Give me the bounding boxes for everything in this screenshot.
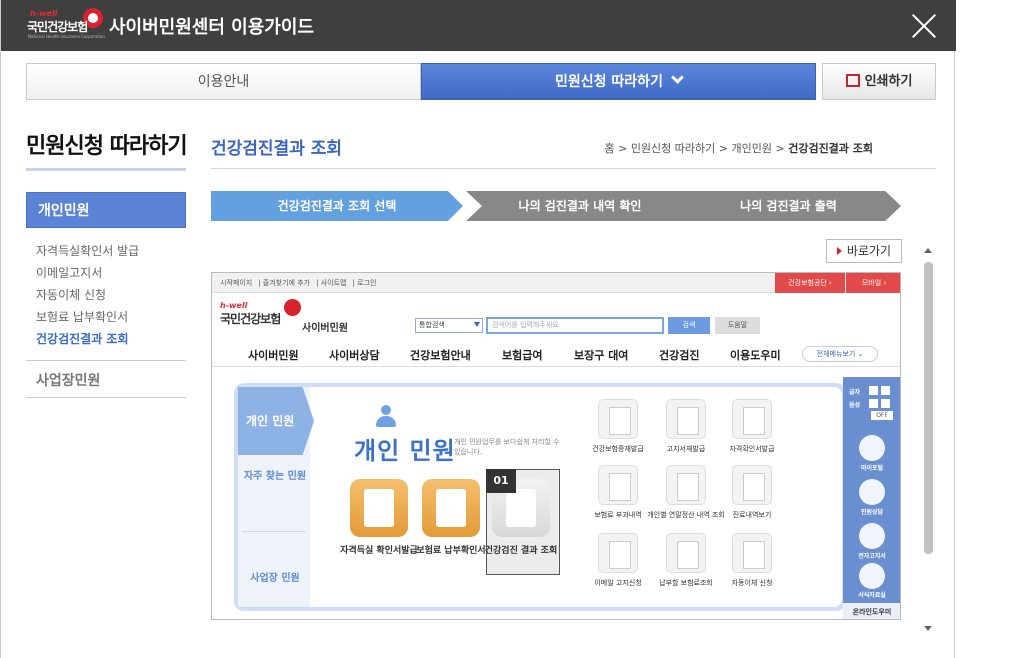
top-link: 사이트맵 (320, 279, 347, 287)
example-screenshot: 시작페이지 | 즐겨찾기에 추가 | 사이트맵 | 로그인 건강보험공단 › 모바일 … (211, 272, 901, 620)
sidebar-item-business[interactable]: 사업장민원 (36, 370, 100, 390)
panel-title: 개인 민원 (354, 437, 456, 465)
nav-item: 건강검진 (659, 349, 700, 362)
sidebar-subitem[interactable]: 보험료 납부확인서 (36, 306, 139, 328)
clipboard-icon (350, 479, 408, 537)
chevron-down-icon (671, 71, 684, 84)
scrollbar[interactable] (921, 244, 935, 636)
nav-item: 건강보험안내 (410, 349, 471, 362)
monitor-icon (859, 435, 885, 461)
small-label: 자격확인서발급 (729, 445, 775, 453)
tab-guide[interactable]: 이용안내 (26, 63, 421, 100)
site-logo: h-well 국민건강보험 사이버민원 (220, 299, 348, 334)
person-icon (376, 405, 396, 427)
pie-chart-icon (666, 465, 706, 505)
site-nav: 사이버민원 사이버상담 건강보험안내 보험급여 보장구 대여 건강검진 이용도우… (212, 341, 900, 367)
page-title: 건강검진결과 조회 (211, 139, 343, 159)
panel-desc: 개인 민원업무를 보다쉽게 처리할 수 있습니다. (454, 438, 560, 456)
breadcrumb-item[interactable]: 민원신청 따라하기 (631, 142, 715, 155)
gov-link: 건강보험공단 › (775, 273, 845, 293)
search-select: 통합검색 (415, 318, 483, 333)
nav-item: 사이버민원 (248, 349, 299, 362)
site-topbar: 시작페이지 | 즐겨찾기에 추가 | 사이트맵 | 로그인 건강보험공단 › 모바일 … (212, 273, 900, 293)
sidebar-subitem[interactable]: 자격득실확인서 발급 (36, 240, 139, 262)
mail-icon (859, 523, 885, 549)
nav-item: 사이버상담 (329, 349, 380, 362)
small-label: 진료내역보기 (732, 511, 772, 519)
help-button: 도움말 (715, 317, 760, 334)
print-icon (845, 74, 860, 87)
sidebar-subitem[interactable]: 이메일고지서 (36, 262, 139, 284)
big-label: 건강검진 결과 조회 (484, 546, 558, 556)
scroll-down-icon[interactable] (924, 626, 932, 631)
title-bar: h-well 국민건강보험 National Health Insurance … (1, 0, 956, 51)
nav-item: 이용도우미 (730, 349, 781, 362)
big-label: 보험료 납부확인서 (416, 546, 486, 556)
card-icon (598, 399, 638, 439)
divider (26, 397, 186, 398)
left-tab-business: 사업장 민원 (250, 573, 300, 584)
divider (211, 168, 936, 169)
certificate-icon (732, 399, 772, 439)
personal-panel: 개인 민원 자주 찾는 민원 사업장 민원 개인 민원 개인 민원업무를 보다쉽… (234, 383, 846, 611)
top-link: 시작페이지 (220, 279, 253, 287)
sidebar-title: 민원신청 따라하기 (26, 134, 188, 159)
scroll-up-icon[interactable] (924, 248, 932, 253)
tab-follow[interactable]: 민원신청 따라하기 (421, 63, 816, 100)
tab-bar: 이용안내 민원신청 따라하기 (26, 63, 816, 100)
step-badge: 01 (486, 469, 516, 493)
small-label: 자동이체 신청 (731, 579, 773, 587)
won-icon (666, 533, 706, 573)
document-icon (422, 479, 480, 537)
chat-icon (859, 479, 885, 505)
left-tab-frequent: 자주 찾는 민원 (243, 471, 307, 482)
all-menu-button: 전체메뉴보기 ⌄ (802, 346, 878, 362)
calculator-icon (598, 465, 638, 505)
sidebar-subitem-current[interactable]: 건강검진결과 조회 (36, 328, 139, 350)
breadcrumb-item[interactable]: 개인민원 (732, 142, 772, 155)
sidebar-subitem[interactable]: 자동이체 신청 (36, 284, 139, 306)
divider (26, 360, 186, 361)
step-3: 나의 검진결과 출력 (676, 191, 901, 221)
breadcrumb: 홈 > 민원신청 따라하기 > 개인민원 > 건강검진결과 조회 (604, 142, 873, 155)
step-1: 건강검진결과 조회 선택 (211, 191, 463, 221)
bill-icon (666, 399, 706, 439)
sidebar-item-personal[interactable]: 개인민원 (26, 192, 186, 228)
guide-window: h-well 국민건강보험 National Health Insurance … (0, 0, 956, 658)
close-icon[interactable] (911, 13, 937, 39)
step-indicator: 건강검진결과 조회 선택 나의 검진결과 내역 확인 나의 검진결과 출력 (211, 191, 901, 221)
right-quickbar: 글자 음성 OFF 마이포털 민원상담 전자고지서 서식자료실 온라인도우미 (843, 377, 900, 619)
nav-item: 보장구 대여 (574, 349, 629, 362)
print-button[interactable]: 인쇄하기 (822, 63, 936, 100)
breadcrumb-item[interactable]: 홈 (604, 142, 614, 155)
stethoscope-icon (732, 465, 772, 505)
search-button: 검색 (668, 317, 710, 334)
top-link: 즐겨찾기에 추가 (262, 279, 311, 287)
refresh-icon (732, 533, 772, 573)
divider (26, 168, 186, 171)
sidebar-submenu: 자격득실확인서 발급 이메일고지서 자동이체 신청 보험료 납부확인서 건강검진… (36, 240, 139, 350)
email-icon (598, 533, 638, 573)
window-title: 사이버민원센터 이용가이드 (109, 17, 314, 38)
scroll-thumb[interactable] (924, 262, 933, 554)
arrow-right-icon (836, 247, 842, 255)
top-link: 로그인 (357, 279, 377, 287)
breadcrumb-current: 건강검진결과 조회 (788, 142, 873, 155)
mobile-link: 모바일 › (846, 273, 900, 293)
nav-item: 보험급여 (502, 349, 543, 362)
left-tab-personal: 개인 민원 (238, 387, 314, 455)
big-label: 자격득실 확인서발급 (340, 546, 418, 556)
nhis-logo: h-well 국민건강보험 National Health Insurance … (27, 8, 105, 39)
step-2: 나의 검진결과 내역 확인 (466, 191, 694, 221)
shortcut-button[interactable]: 바로가기 (826, 239, 902, 263)
search-input: 검색어를 입력해주세요 (486, 317, 664, 334)
folder-icon (859, 563, 885, 589)
